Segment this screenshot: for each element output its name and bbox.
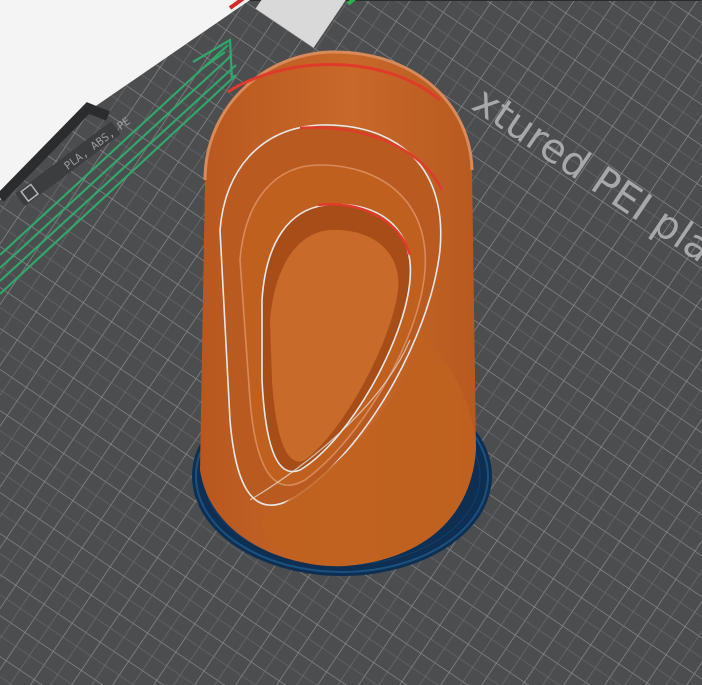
3d-viewport[interactable]: PLA, ABS, PE xtured PEI plate — [0, 0, 702, 685]
printed-model[interactable] — [200, 50, 476, 567]
